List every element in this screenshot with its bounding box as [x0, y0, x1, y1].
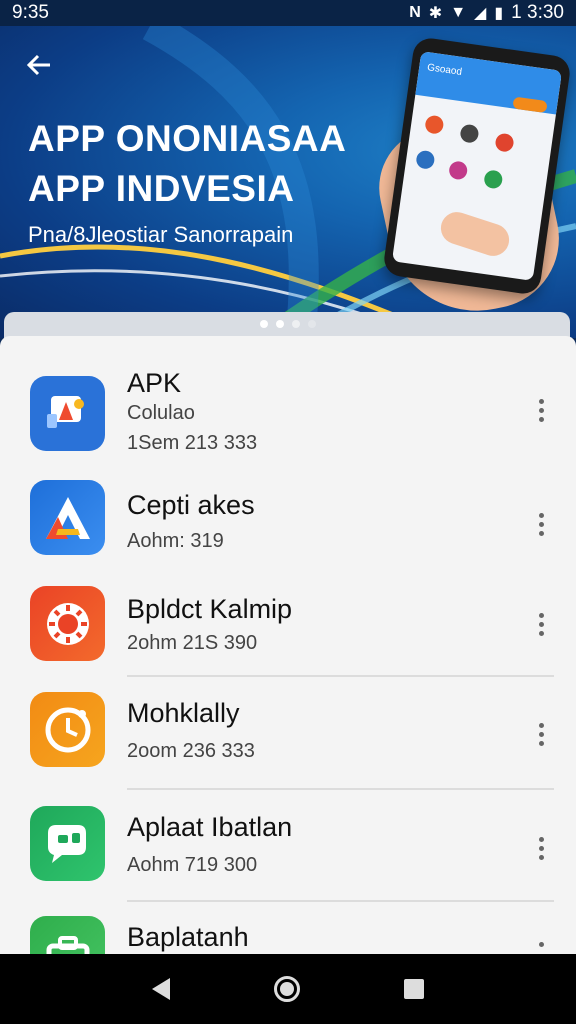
status-time: 9:35: [12, 2, 49, 23]
phone-app-dot: [459, 123, 480, 144]
app-name: Baplatanh: [127, 922, 249, 952]
list-divider: [127, 675, 554, 677]
list-item[interactable]: Mohklally 2oom 236 333: [0, 682, 576, 790]
sun-icon: [46, 602, 89, 645]
more-options-button[interactable]: [528, 716, 554, 752]
app-developer: Colulao: [127, 402, 195, 424]
carousel-indicator: [0, 312, 576, 336]
app-stats: 2oom 236 333: [127, 740, 255, 762]
letter-a-icon: [45, 496, 90, 539]
app-icon-letter-a[interactable]: [30, 480, 105, 555]
app-stats: 1Sem 213 333: [127, 432, 258, 454]
status-bar: 9:35 N ✱ ▼ ◢ ▮ 1 3:30: [0, 0, 576, 26]
phone-illustration: Gsoaod: [382, 36, 572, 296]
app-stats: Aohm: 319: [127, 530, 224, 552]
app-name: Aplaat Ibatlan: [127, 812, 293, 842]
system-nav-bar: [0, 954, 576, 1024]
app-icon-briefcase[interactable]: [30, 916, 105, 956]
more-options-button[interactable]: [528, 606, 554, 642]
list-item[interactable]: Aplaat Ibatlan Aohm 719 300: [0, 794, 576, 902]
app-stats: 2ohm 21S 390: [127, 632, 258, 654]
app-name: Bpldct Kalmip: [127, 594, 293, 624]
phone-app-dot: [424, 114, 445, 135]
status-clock: 1 3:30: [511, 2, 564, 23]
carousel-dot-3[interactable]: [292, 320, 300, 328]
list-divider: [127, 788, 554, 790]
list-divider: [127, 900, 554, 902]
more-options-button[interactable]: [528, 830, 554, 866]
apk-icon: [46, 395, 84, 428]
chat-icon: [47, 824, 86, 863]
battery-icon: ▮: [494, 5, 504, 22]
phone-app-dot: [494, 132, 515, 153]
app-icon-clock[interactable]: [30, 692, 105, 767]
app-icon-sun[interactable]: [30, 586, 105, 661]
carousel-dot-4[interactable]: [308, 320, 316, 328]
app-name: APK: [127, 368, 182, 398]
wifi-icon: ▼: [450, 4, 467, 21]
banner-title-line2: APP INDVESIA: [28, 168, 295, 209]
app-icon-chat[interactable]: [30, 806, 105, 881]
more-options-button[interactable]: [528, 392, 554, 428]
hero-banner: APP ONONIASAA APP INDVESIA Pna/8Jleostia…: [0, 26, 576, 338]
phone-app-dot: [448, 160, 469, 181]
app-list: APK Colulao 1Sem 213 333 Cepti akes Aohm…: [0, 336, 576, 956]
app-name: Cepti akes: [127, 490, 255, 520]
list-item[interactable]: Cepti akes Aohm: 319: [0, 466, 576, 566]
list-item[interactable]: Bpldct Kalmip 2ohm 21S 390: [0, 572, 576, 676]
list-item[interactable]: APK Colulao 1Sem 213 333: [0, 360, 576, 470]
nav-recents-icon[interactable]: [404, 979, 424, 999]
bluetooth-icon: ✱: [428, 5, 443, 22]
banner-title-line1: APP ONONIASAA: [28, 118, 347, 159]
app-stats: Aohm 719 300: [127, 854, 258, 876]
more-options-button[interactable]: [528, 506, 554, 542]
nfc-icon: N: [409, 4, 421, 21]
status-icons: N ✱ ▼ ◢ ▮ 1 3:30: [409, 2, 564, 24]
carousel-dot-2[interactable]: [276, 320, 284, 328]
banner-subtitle: Pna/8Jleostiar Sanorrapain: [28, 222, 294, 247]
phone-app-dot: [415, 149, 436, 170]
clock-icon: [45, 707, 90, 752]
nav-back-icon[interactable]: [152, 978, 170, 1000]
list-item[interactable]: Baplatanh: [0, 908, 576, 956]
arrow-left-icon: [26, 54, 50, 76]
app-name: Mohklally: [127, 698, 240, 728]
back-button[interactable]: [24, 50, 58, 80]
phone-app-dot: [483, 169, 504, 190]
briefcase-icon: [46, 935, 89, 956]
app-icon-apk[interactable]: [30, 376, 105, 451]
signal-icon: ◢: [474, 5, 487, 22]
carousel-dot-1[interactable]: [260, 320, 268, 328]
nav-home-icon[interactable]: [274, 976, 300, 1002]
